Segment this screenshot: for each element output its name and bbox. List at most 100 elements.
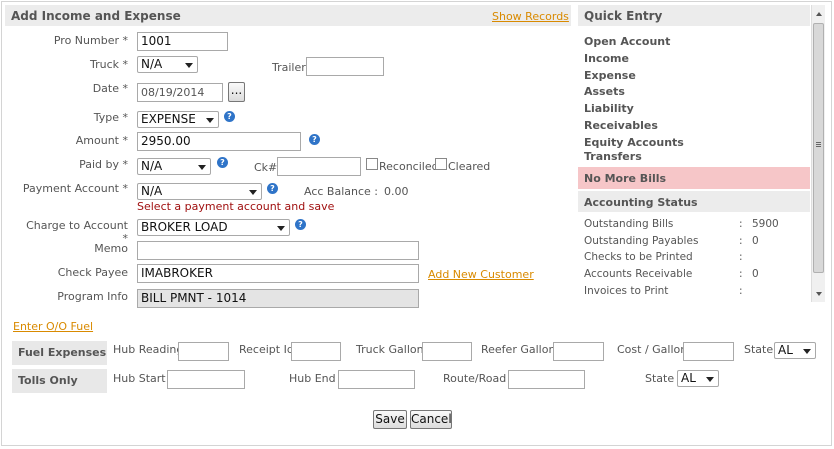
quick-entry-transfers[interactable]: Transfers: [584, 150, 642, 163]
payment-account-select[interactable]: N/A: [137, 183, 262, 200]
help-icon[interactable]: ?: [224, 111, 235, 122]
hub-end-label: Hub End: [289, 372, 336, 385]
quick-entry-liability[interactable]: Liability: [584, 102, 634, 115]
date-field[interactable]: 08/19/2014: [137, 83, 223, 102]
paid-by-label: Paid by *: [79, 158, 128, 171]
quick-entry-header: Quick Entry: [578, 5, 810, 26]
quick-entry-income[interactable]: Income: [584, 52, 629, 65]
hub-reading-field[interactable]: [178, 342, 229, 361]
check-payee-field[interactable]: IMABROKER: [137, 264, 419, 283]
fuel-state-select[interactable]: AL: [774, 342, 816, 359]
reconciled-checkbox[interactable]: [366, 158, 378, 170]
help-icon[interactable]: ?: [267, 183, 278, 194]
accounting-status-header: Accounting Status: [578, 191, 810, 212]
stat-colon: :: [739, 218, 743, 230]
stat-label: Accounts Receivable: [584, 268, 693, 280]
show-records-link[interactable]: Show Records: [492, 10, 569, 23]
quick-entry-open-account[interactable]: Open Account: [584, 35, 670, 48]
no-more-bills-alert: No More Bills: [578, 167, 810, 189]
program-info-label: Program Info: [57, 290, 128, 303]
help-icon[interactable]: ?: [217, 157, 228, 168]
hub-end-field[interactable]: [338, 370, 415, 389]
pro-number-label: Pro Number *: [53, 34, 128, 47]
type-select[interactable]: EXPENSE: [137, 111, 219, 128]
trailer-field[interactable]: [306, 57, 384, 76]
quick-entry-assets[interactable]: Assets: [584, 85, 625, 98]
truck-select[interactable]: N/A: [137, 56, 198, 73]
stat-colon: :: [739, 285, 743, 297]
truck-label: Truck *: [89, 58, 128, 71]
memo-label: Memo: [94, 242, 128, 255]
paid-by-select[interactable]: N/A: [137, 158, 211, 175]
save-button[interactable]: Save: [373, 410, 407, 429]
reefer-gallon-label: Reefer Gallon: [481, 343, 556, 356]
error-message: Select a payment account and save: [137, 200, 335, 213]
help-icon[interactable]: ?: [295, 219, 306, 230]
chevron-down-icon: [206, 118, 214, 123]
charge-to-account-select[interactable]: BROKER LOAD: [137, 219, 290, 236]
scroll-down-icon[interactable]: [816, 292, 822, 296]
pro-number-field[interactable]: 1001: [137, 32, 228, 51]
paid-by-value: N/A: [141, 159, 163, 173]
reefer-gallon-field[interactable]: [553, 342, 604, 361]
route-road-label: Route/Road: [443, 372, 507, 385]
add-new-customer-link[interactable]: Add New Customer: [428, 268, 534, 281]
memo-field[interactable]: [137, 241, 419, 260]
cleared-checkbox[interactable]: [435, 158, 447, 170]
form-title: Add Income and Expense: [11, 9, 181, 23]
cost-per-gallon-label: Cost / Gallon: [617, 343, 688, 356]
stat-label: Checks to be Printed: [584, 251, 693, 263]
fuel-expenses-heading: Fuel Expenses: [12, 341, 107, 365]
scrollbar-thumb[interactable]: [813, 23, 824, 273]
type-value: EXPENSE: [141, 112, 196, 126]
chevron-down-icon: [706, 377, 714, 382]
stat-colon: :: [739, 251, 743, 263]
tolls-state-label: State: [645, 372, 675, 385]
grip-icon: [816, 142, 821, 143]
fuel-expenses-title: Fuel Expenses: [18, 346, 107, 359]
tolls-heading: Tolls Only: [12, 369, 107, 393]
accounting-status-title: Accounting Status: [584, 196, 698, 209]
stat-value: 0: [752, 235, 759, 247]
tolls-state-value: AL: [681, 371, 696, 385]
stat-label: Outstanding Payables: [584, 235, 699, 247]
cost-per-gallon-field[interactable]: [683, 342, 734, 361]
cancel-button[interactable]: Cancel: [410, 410, 452, 429]
amount-field[interactable]: 2950.00: [137, 132, 301, 151]
amount-label: Amount *: [75, 134, 128, 147]
truck-value: N/A: [141, 57, 163, 71]
stat-colon: :: [739, 268, 743, 280]
quick-entry-expense[interactable]: Expense: [584, 69, 636, 82]
hub-start-field[interactable]: [167, 370, 245, 389]
fuel-state-label: State: [744, 343, 774, 356]
hub-start-label: Hub Start: [113, 372, 166, 385]
receipt-id-field[interactable]: [291, 342, 341, 361]
stat-label: Outstanding Bills: [584, 218, 674, 230]
quick-entry-receivables[interactable]: Receivables: [584, 119, 658, 132]
acc-balance-value: 0.00: [384, 185, 409, 198]
date-label: Date *: [92, 82, 128, 95]
hub-reading-label: Hub Reading: [113, 343, 184, 356]
stat-value: 0: [752, 268, 759, 280]
cleared-label: Cleared: [448, 160, 491, 173]
stat-colon: :: [739, 235, 743, 247]
type-label: Type *: [93, 111, 128, 124]
ck-number-field[interactable]: [277, 157, 361, 176]
scroll-up-icon[interactable]: [816, 12, 822, 16]
date-picker-button[interactable]: ...: [228, 82, 245, 102]
trailer-label: Trailer: [272, 61, 306, 74]
ck-number-label: Ck#: [254, 161, 278, 174]
check-payee-label: Check Payee: [57, 266, 128, 279]
payment-account-value: N/A: [141, 184, 163, 198]
truck-gallon-label: Truck Gallon: [356, 343, 424, 356]
tolls-state-select[interactable]: AL: [677, 370, 719, 387]
program-info-field: BILL PMNT - 1014: [137, 289, 419, 308]
quick-entry-scrollbar[interactable]: [811, 5, 825, 302]
truck-gallon-field[interactable]: [422, 342, 472, 361]
reconciled-label: Reconciled: [379, 160, 439, 173]
route-road-field[interactable]: [508, 370, 585, 389]
fuel-state-value: AL: [778, 343, 793, 357]
help-icon[interactable]: ?: [309, 134, 320, 145]
enter-oo-fuel-link[interactable]: Enter O/O Fuel: [13, 320, 93, 333]
quick-entry-equity-accounts[interactable]: Equity Accounts: [584, 136, 684, 149]
